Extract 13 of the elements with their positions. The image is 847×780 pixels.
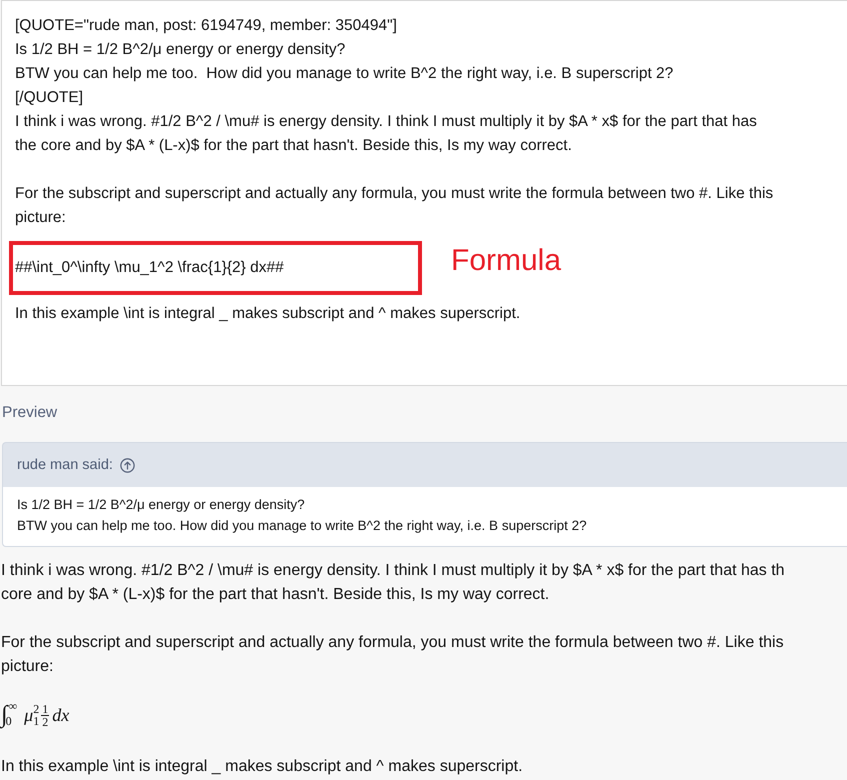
preview-heading: Preview (2, 403, 58, 423)
editor-text: For the subscript and superscript and actually any formula, you must write the formula between two #. Like this picture: (15, 184, 774, 228)
post-text: I think i was wrong. #1/2 B^2 / \mu# is energy density. I think I must multiply it by $A * x$ for the part that has th core and by $A * (L-x)$ for the part that hasn't. Beside this, Is my way correct. (1, 561, 786, 605)
editor-field[interactable] (1, 0, 847, 386)
formula-source-text: ##\int_0^\infty \mu_1^2 \frac{1}{2} dx## (15, 258, 285, 278)
arrow-up-circle-icon[interactable] (120, 458, 135, 472)
annotation-label: Formula (451, 244, 562, 278)
editor-text: [QUOTE="rude man, post: 6194749, member: 350494"] Is 1/2 BH = 1/2 B^2/μ energy or energy density? BTW you can help me too. How did you manage to write B^2 the right way, i.e. B superscript 2? [/QUOTE] I think i was wrong. #1/2 B^2 / \mu# is energy density. I think I must multiply it by $A * x$ for the part that has the core and by $A * (L-x)$ for the part that hasn't. Beside this, Is my way correct. (15, 16, 758, 156)
post-text: In this example \int is integral _ makes subscript and ^ makes superscript. (1, 757, 524, 777)
post-text: For the subscript and superscript and actually any formula, you must write the formula between two #. Like this picture: (1, 633, 785, 677)
quote-text: Is 1/2 BH = 1/2 B^2/μ energy or energy density? BTW you can help me too. How did you manage to write B^2 the right way, i.e. B superscript 2? (17, 496, 588, 535)
editor-text: In this example \int is integral _ makes subscript and ^ makes superscript. (15, 304, 522, 324)
quote-author: rude man said: (17, 457, 113, 473)
